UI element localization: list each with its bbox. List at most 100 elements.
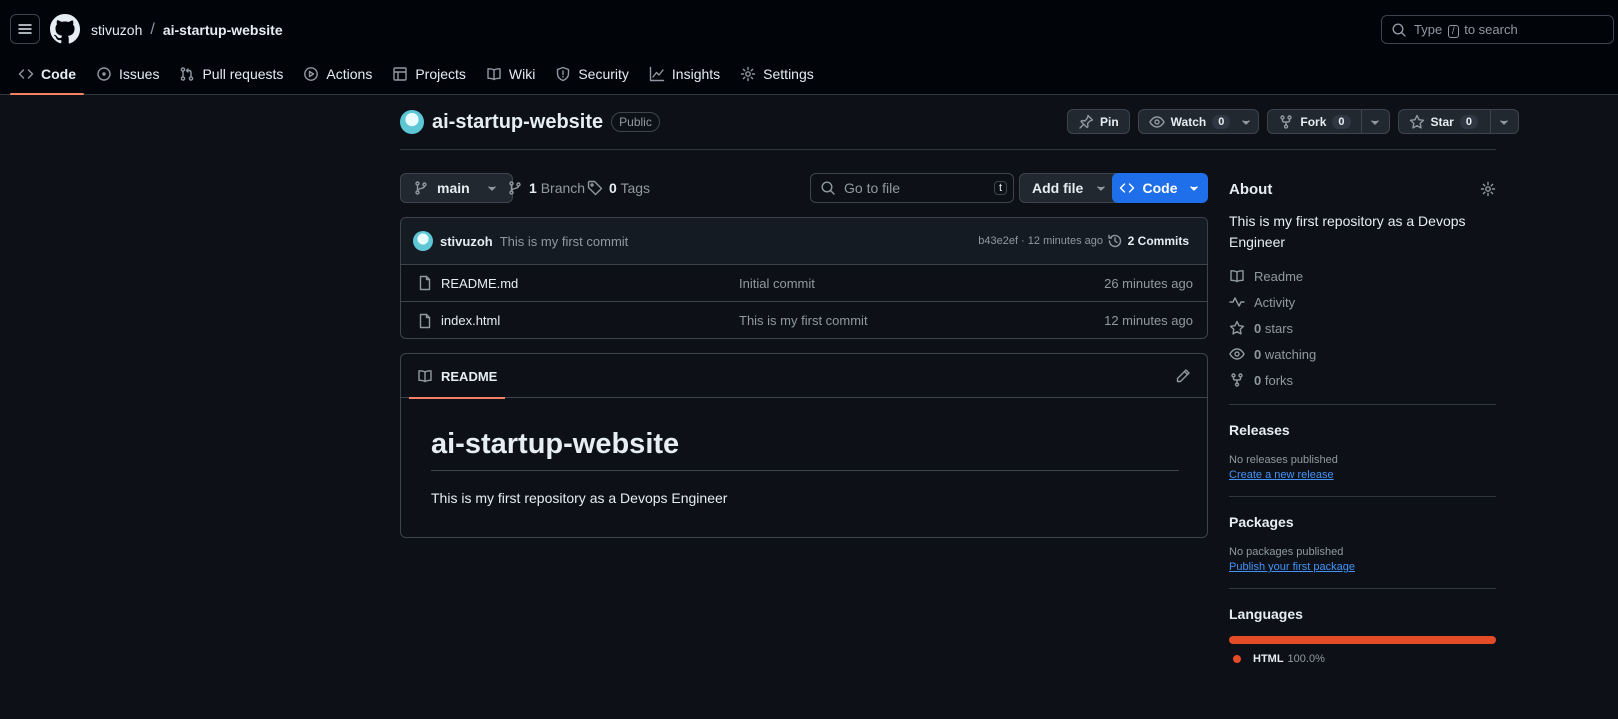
file-age: 12 minutes ago bbox=[1104, 313, 1193, 328]
about-watching-link[interactable]: 0 watching bbox=[1229, 346, 1496, 362]
sidebar-divider bbox=[1229, 496, 1496, 497]
owner-avatar[interactable] bbox=[400, 110, 424, 134]
about-stars-link[interactable]: 0 stars bbox=[1229, 320, 1496, 336]
code-dropdown-button[interactable]: Code bbox=[1112, 173, 1208, 203]
about-readme-link[interactable]: Readme bbox=[1229, 268, 1496, 284]
tags-link[interactable]: 0 Tags bbox=[587, 180, 650, 196]
publish-package-link[interactable]: Publish your first package bbox=[1229, 561, 1496, 573]
star-dropdown[interactable] bbox=[1489, 110, 1518, 133]
repo-title[interactable]: ai-startup-website bbox=[432, 111, 603, 134]
pin-button[interactable]: Pin bbox=[1067, 109, 1130, 134]
pin-label: Pin bbox=[1100, 114, 1119, 129]
language-item-html[interactable]: HTML 100.0% bbox=[1229, 653, 1496, 665]
tab-label: Wiki bbox=[508, 66, 536, 82]
caret-down-icon bbox=[1242, 119, 1251, 125]
fork-icon bbox=[1231, 373, 1243, 387]
forks-count: 0 bbox=[1254, 372, 1262, 388]
breadcrumb-owner-link[interactable]: stivuzoh bbox=[91, 22, 142, 38]
search-icon bbox=[1392, 22, 1406, 37]
star-button[interactable]: Star 0 bbox=[1397, 109, 1519, 134]
pencil-icon[interactable] bbox=[1175, 368, 1191, 384]
watch-label: Watch bbox=[1170, 114, 1207, 129]
watch-dropdown[interactable] bbox=[1234, 114, 1258, 130]
releases-empty-text: No releases published bbox=[1229, 454, 1338, 466]
language-percent: 100.0% bbox=[1287, 653, 1325, 665]
commit-hash-time[interactable]: b43e2ef · 12 minutes ago bbox=[978, 235, 1103, 247]
fork-button[interactable]: Fork 0 bbox=[1267, 109, 1390, 134]
create-release-link[interactable]: Create a new release bbox=[1229, 469, 1496, 481]
tab-issues[interactable]: Issues bbox=[88, 56, 167, 92]
branches-link[interactable]: 1 Branch bbox=[507, 180, 585, 196]
fork-label: Fork bbox=[1300, 114, 1327, 129]
readme-tab-label: README bbox=[441, 368, 498, 384]
commit-author-avatar[interactable] bbox=[413, 231, 433, 251]
gear-icon[interactable] bbox=[1480, 181, 1496, 197]
stars-label: stars bbox=[1264, 320, 1294, 336]
fork-dropdown[interactable] bbox=[1360, 110, 1389, 133]
file-commit-message[interactable]: This is my first commit bbox=[739, 313, 868, 328]
tab-security[interactable]: Security bbox=[547, 56, 637, 92]
search-input[interactable]: Type / to search bbox=[1381, 15, 1614, 44]
file-name[interactable]: README.md bbox=[441, 276, 518, 291]
repo-actions: Pin Watch 0 Fork 0 Star 0 bbox=[1067, 109, 1519, 134]
about-activity-label: Activity bbox=[1254, 294, 1296, 310]
watching-count: 0 bbox=[1254, 346, 1262, 362]
tab-projects[interactable]: Projects bbox=[384, 56, 474, 92]
search-shortcut-key: / bbox=[1447, 24, 1459, 38]
tab-label: Security bbox=[578, 66, 629, 82]
commits-history-link[interactable]: 2 Commits bbox=[1107, 233, 1189, 249]
tab-code[interactable]: Code bbox=[10, 56, 84, 95]
tab-pull-requests[interactable]: Pull requests bbox=[171, 56, 291, 92]
table-row[interactable]: index.html This is my first commit 12 mi… bbox=[401, 302, 1207, 338]
about-forks-link[interactable]: 0 forks bbox=[1229, 372, 1496, 388]
commits-count-label: 2 Commits bbox=[1127, 234, 1189, 248]
tab-wiki[interactable]: Wiki bbox=[478, 56, 543, 92]
branch-count: 1 bbox=[529, 180, 537, 196]
about-activity-link[interactable]: Activity bbox=[1229, 294, 1496, 310]
tab-settings[interactable]: Settings bbox=[732, 56, 822, 92]
packages-title[interactable]: Packages bbox=[1229, 514, 1496, 530]
branch-select-button[interactable]: main bbox=[400, 173, 513, 203]
tab-label: Actions bbox=[326, 66, 373, 82]
readme-panel: README ai-startup-website This is my fir… bbox=[400, 353, 1208, 538]
add-file-button[interactable]: Add file bbox=[1019, 173, 1123, 203]
language-bar bbox=[1229, 636, 1496, 644]
file-commit-message[interactable]: Initial commit bbox=[739, 276, 815, 291]
pin-icon bbox=[1079, 114, 1094, 129]
releases-title[interactable]: Releases bbox=[1229, 422, 1496, 438]
history-icon bbox=[1107, 234, 1121, 248]
go-to-file-shortcut: t bbox=[993, 181, 1007, 195]
tab-label: Code bbox=[41, 66, 76, 82]
book-icon bbox=[418, 370, 432, 383]
breadcrumb: stivuzoh / ai-startup-website bbox=[91, 21, 283, 39]
fork-count: 0 bbox=[1332, 114, 1351, 129]
repo-sidebar: About This is my first repository as a D… bbox=[1229, 170, 1496, 665]
packages-empty-text: No packages published bbox=[1229, 546, 1344, 558]
watch-button[interactable]: Watch 0 bbox=[1137, 109, 1260, 134]
watch-count: 0 bbox=[1212, 114, 1231, 129]
search-icon bbox=[821, 181, 835, 195]
latest-commit-row: stivuzoh This is my first commit b43e2ef… bbox=[401, 218, 1207, 265]
about-readme-label: Readme bbox=[1254, 268, 1304, 284]
tab-insights[interactable]: Insights bbox=[641, 56, 728, 92]
fork-icon bbox=[1280, 114, 1293, 129]
caret-down-icon bbox=[1097, 186, 1106, 191]
github-logo-icon[interactable] bbox=[50, 14, 80, 44]
commit-message[interactable]: This is my first commit bbox=[500, 234, 629, 249]
tab-actions[interactable]: Actions bbox=[295, 56, 380, 92]
readme-header: README bbox=[401, 354, 1207, 399]
table-row[interactable]: README.md Initial commit 26 minutes ago bbox=[401, 265, 1207, 302]
hamburger-menu-button[interactable] bbox=[10, 14, 40, 44]
graph-icon bbox=[649, 66, 665, 82]
branch-icon bbox=[509, 181, 521, 195]
search-prefix-text: Type bbox=[1414, 21, 1443, 37]
readme-tab[interactable]: README bbox=[409, 354, 506, 399]
tag-count: 0 bbox=[609, 180, 617, 196]
tag-label: Tags bbox=[620, 180, 651, 196]
breadcrumb-repo-link[interactable]: ai-startup-website bbox=[163, 22, 283, 38]
tag-icon bbox=[587, 180, 603, 196]
file-name[interactable]: index.html bbox=[441, 313, 500, 328]
go-to-file-input[interactable]: Go to file t bbox=[810, 173, 1014, 203]
tab-label: Insights bbox=[671, 66, 721, 82]
commit-author[interactable]: stivuzoh bbox=[440, 234, 493, 249]
